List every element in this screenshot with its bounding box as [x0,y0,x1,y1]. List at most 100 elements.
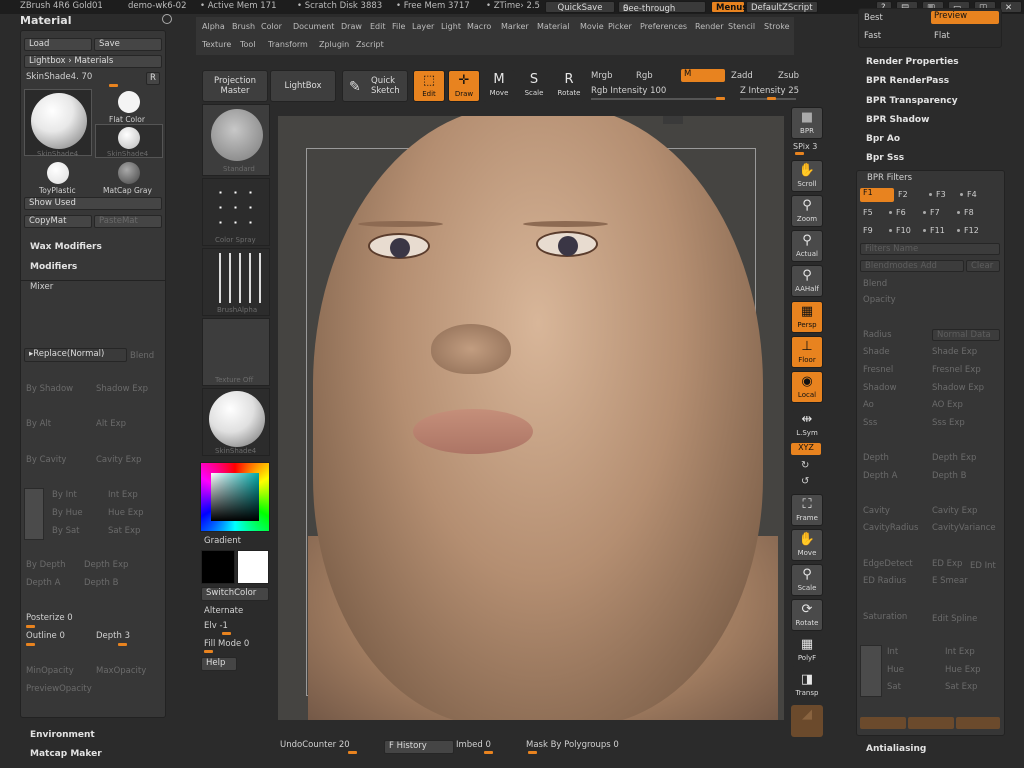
spix-knob[interactable] [795,152,804,155]
by-shadow-slider[interactable]: By Shadow [26,384,73,394]
environment-header[interactable]: Environment [30,730,95,740]
frame-button[interactable]: ⛶ Frame [791,494,823,526]
saturation-slider[interactable]: Saturation [863,612,907,622]
help-button[interactable]: Help [201,657,237,671]
hue-slider[interactable]: Hue [887,665,904,675]
menu-macro[interactable]: Macro [467,22,491,31]
scale-button[interactable]: ⚲ Scale [791,564,823,596]
switchcolor-button[interactable]: SwitchColor [201,587,269,601]
rotate-z-icon[interactable]: ↺ [801,476,809,487]
sat-exp-slider[interactable]: Sat Exp [108,526,140,536]
filter-action-button[interactable] [956,717,1000,729]
secondary-color-swatch[interactable] [201,550,235,584]
hue-exp-slider[interactable]: Hue Exp [108,508,144,518]
bpr-filters-header[interactable]: BPR Filters [867,173,912,183]
depth-a-slider[interactable]: Depth A [863,471,897,481]
xyz-button[interactable]: XYZ [791,443,821,455]
menu-brush[interactable]: Brush [232,22,255,31]
blendmodes-dropdown[interactable]: Blendmodes Add [860,260,964,272]
bpr-transparency-header[interactable]: BPR Transparency [866,96,958,106]
matcap-gray-icon[interactable] [118,162,140,184]
lightbox-button[interactable]: LightBox [270,70,336,102]
modifiers-header[interactable]: Modifiers [30,262,77,272]
filter-f11-button[interactable]: F11 [923,226,945,235]
rgb-intensity-slider[interactable]: Rgb Intensity 100 [591,86,666,96]
mixer-header[interactable]: Mixer [30,282,53,292]
shade-exp-slider[interactable]: Shade Exp [932,347,977,357]
alt-exp-slider[interactable]: Alt Exp [96,419,126,429]
zsub-button[interactable]: Zsub [778,71,799,81]
blend-slider[interactable]: Blend [863,279,887,289]
edit-spline-button[interactable]: Edit Spline [932,614,977,624]
ed-exp-slider[interactable]: ED Exp [932,559,962,569]
close-icon[interactable]: ✕ [1000,1,1022,13]
antialiasing-header[interactable]: Antialiasing [866,744,926,754]
spix-slider[interactable]: SPix 3 [793,142,817,151]
filter-f10-button[interactable]: F10 [889,226,911,235]
ed-int-slider[interactable]: ED Int [970,561,996,571]
zoom-button[interactable]: ⚲ Zoom [791,195,823,227]
mrgb-button[interactable]: Mrgb [591,71,612,81]
show-used-button[interactable]: Show Used [24,197,162,210]
menu-preferences[interactable]: Preferences [640,22,687,31]
int-exp-slider[interactable]: Int Exp [945,647,975,657]
move-button[interactable]: ✋ Move [791,529,823,561]
transp-button[interactable]: ◨ Transp [791,670,823,702]
actual-button[interactable]: ⚲ Actual [791,230,823,262]
scroll-button[interactable]: ✋ Scroll [791,160,823,192]
best-render-button[interactable]: Best [864,13,883,23]
main-color-swatch[interactable] [237,550,269,584]
bpr-sss-header[interactable]: Bpr Sss [866,153,904,163]
fill-mode-slider[interactable]: Fill Mode 0 [204,639,249,649]
scroll-handle[interactable] [663,116,683,124]
scale-mode-button[interactable]: S Scale [518,70,550,102]
sat-slider[interactable]: Sat [887,682,901,692]
draw-button[interactable]: ✛ Draw [448,70,480,102]
rgb-intensity-knob[interactable] [716,97,725,100]
wax-modifiers-header[interactable]: Wax Modifiers [30,242,102,252]
menu-zplugin[interactable]: Zplugin [319,40,349,49]
material-thumb[interactable]: SkinShade4 [202,388,270,456]
radius-slider[interactable]: Radius [863,330,892,340]
local-button[interactable]: ◉ Local [791,371,823,403]
canvas-viewport[interactable] [278,116,784,720]
flat-render-button[interactable]: Flat [934,31,950,41]
menu-layer[interactable]: Layer [412,22,434,31]
flat-color-icon[interactable] [118,91,140,113]
sss-exp-slider[interactable]: Sss Exp [932,418,965,428]
by-depth-slider[interactable]: By Depth [26,560,65,570]
color-picker[interactable] [200,462,270,532]
alpha-thumb[interactable]: BrushAlpha [202,248,270,316]
history-button[interactable]: F History [384,740,454,754]
menu-marker[interactable]: Marker [501,22,529,31]
bpr-renderpass-header[interactable]: BPR RenderPass [866,76,949,86]
rotate-y-icon[interactable]: ↻ [801,460,809,471]
filter-f9-button[interactable]: F9 [863,226,873,235]
save-button[interactable]: Save [94,38,162,51]
toyplastic-icon[interactable] [47,162,69,184]
shade-slider[interactable]: Shade [863,347,890,357]
preview-opacity-slider[interactable]: PreviewOpacity [26,684,92,694]
depth-exp-slider[interactable]: Depth Exp [932,453,976,463]
e-smear-slider[interactable]: E Smear [932,576,968,586]
ed-radius-slider[interactable]: ED Radius [863,576,906,586]
rgb-intensity-track[interactable] [591,98,725,100]
shadow-exp-slider[interactable]: Shadow Exp [96,384,148,394]
cavity-radius-slider[interactable]: CavityRadius [863,523,918,533]
edge-detect-slider[interactable]: EdgeDetect [863,559,913,569]
cavity-exp-slider[interactable]: Cavity Exp [932,506,977,516]
sss-slider[interactable]: Sss [863,418,877,428]
elv-slider[interactable]: Elv -1 [204,621,228,631]
persp-button[interactable]: ▦ Persp [791,301,823,333]
menu-picker[interactable]: Picker [608,22,632,31]
ao-slider[interactable]: Ao [863,400,874,410]
menu-movie[interactable]: Movie [580,22,604,31]
replace-mode-dropdown[interactable]: ▸Replace(Normal) [24,348,127,362]
outline-slider[interactable]: Outline 0 [26,631,65,641]
filter-f8-button[interactable]: F8 [957,208,974,217]
undo-counter-knob[interactable] [348,751,357,754]
main-material-thumb[interactable] [24,89,92,156]
menu-tool[interactable]: Tool [240,40,256,49]
move-mode-button[interactable]: M Move [483,70,515,102]
default-zscript-button[interactable]: DefaultZScript [746,1,818,13]
